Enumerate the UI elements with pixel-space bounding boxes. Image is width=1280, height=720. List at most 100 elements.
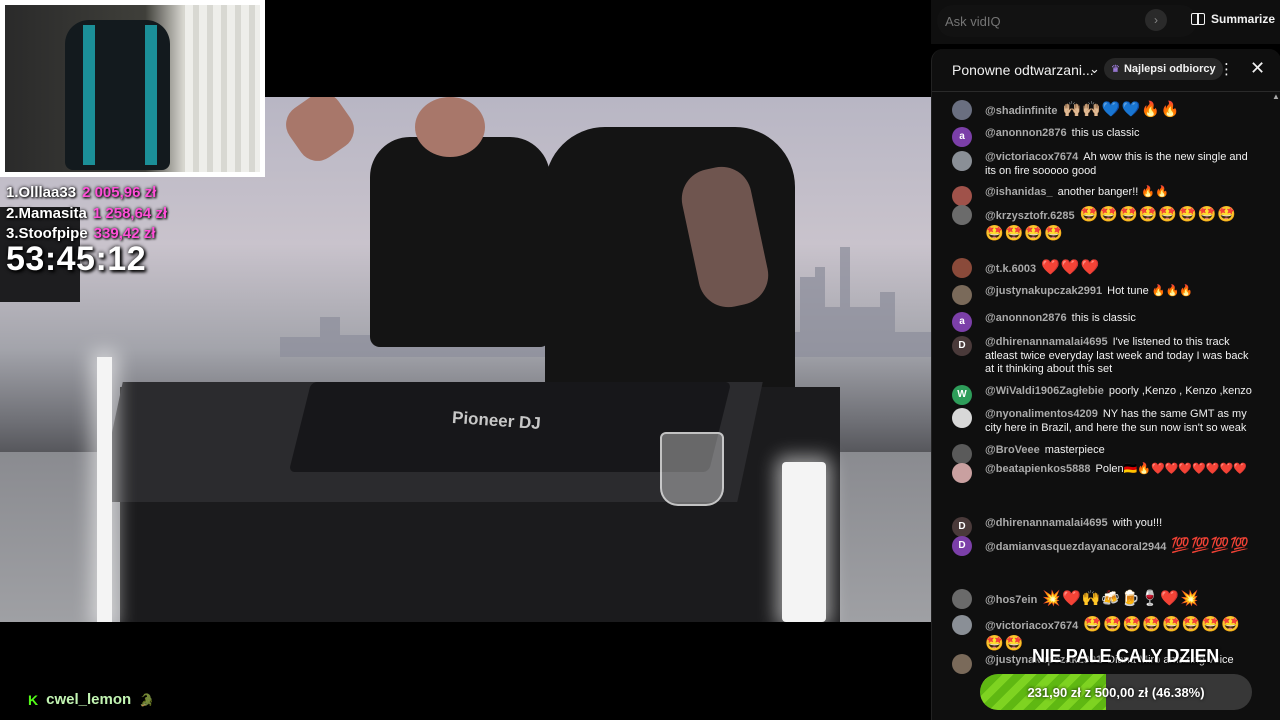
chat-text: ❤️❤️❤️	[1041, 259, 1101, 276]
chat-message-body: @WiValdi1906Zagłebie poorly ,Kenzo , Kenz…	[985, 385, 1252, 399]
chat-message: @justynakupczak2991 Hot tune 🔥🔥🔥	[952, 285, 1252, 305]
chat-author[interactable]: @WiValdi1906Zagłebie	[985, 385, 1104, 397]
summarize-label: Summarize	[1211, 12, 1276, 26]
streamer-username: cwel_lemon	[46, 691, 132, 708]
goal-target: 500,00 zł	[1094, 684, 1149, 700]
chat-message-body: @anonnon2876 this is classic	[985, 312, 1252, 326]
donor-amount: 2 005,96 zł	[82, 184, 157, 201]
chat-message: W @WiValdi1906Zagłebie poorly ,Kenzo , Ken…	[952, 385, 1252, 405]
chevron-down-icon[interactable]: ⌄	[1089, 61, 1100, 77]
chat-avatar[interactable]	[952, 654, 972, 674]
top-fans-label: Najlepsi odbiorcy	[1123, 63, 1216, 75]
chat-message: @victoriacox7674 Ah wow this is the new s…	[952, 151, 1252, 178]
chat-avatar[interactable]	[952, 589, 972, 609]
donor-name: 1.Olllaa33	[6, 184, 77, 201]
chat-message: @beatapienkos5888 Polen🇩🇪🔥❤️❤️❤️❤️❤️❤️❤️	[952, 463, 1252, 483]
chat-avatar[interactable]: D	[952, 336, 972, 356]
chat-author[interactable]: @dhirenannamalai4695	[985, 336, 1108, 348]
chat-avatar[interactable]	[952, 615, 972, 635]
vidiq-send-icon[interactable]: ›	[1145, 9, 1167, 31]
chat-text: poorly ,Kenzo , Kenzo ,kenzo	[1108, 385, 1252, 397]
chat-text: this is classic	[1071, 312, 1136, 324]
chat-avatar[interactable]	[952, 205, 972, 225]
chat-text: 💯💯💯💯	[1171, 537, 1251, 554]
live-chat-panel: Ponowne odtwarzani... ⌄ ♛ Najlepsi odbio…	[931, 49, 1280, 720]
chat-author[interactable]: @ishanidas_	[985, 186, 1053, 198]
chat-message: @krzysztofr.6285 🤩🤩🤩🤩🤩🤩🤩🤩🤩🤩🤩🤩	[952, 205, 1252, 243]
kick-icon: K	[28, 691, 39, 708]
chat-author[interactable]: @anonnon2876	[985, 127, 1067, 139]
scroll-up-icon[interactable]: ▲	[1272, 92, 1280, 101]
dj-left	[370, 137, 550, 347]
donor-amount: 1 258,64 zł	[92, 204, 168, 222]
streamer-emote: 🐊	[139, 692, 155, 707]
chat-avatar[interactable]	[952, 444, 972, 464]
dj-left-arm	[278, 97, 362, 169]
chat-avatar[interactable]	[952, 151, 972, 171]
chat-author[interactable]: @justynakupczak2991	[985, 285, 1102, 297]
chat-avatar[interactable]	[952, 463, 972, 483]
goal-current: 231,90 zł	[1027, 684, 1081, 700]
close-icon[interactable]: ✕	[1250, 58, 1265, 79]
chat-author[interactable]: @anonnon2876	[985, 312, 1067, 324]
chat-avatar[interactable]: W	[952, 385, 972, 405]
top-fans-chip[interactable]: ♛ Najlepsi odbiorcy	[1104, 58, 1223, 80]
chat-header: Ponowne odtwarzani... ⌄ ♛ Najlepsi odbio…	[932, 49, 1280, 92]
donor-leaderboard: 1.Olllaa33 2 005,96 zł 2.Mamasita 1 258,64…	[6, 183, 167, 245]
chat-avatar[interactable]	[952, 408, 972, 428]
more-options-icon[interactable]: ⋮	[1219, 60, 1234, 78]
chat-text: 🙌🏼🙌🏼💙💙🔥🔥	[1062, 101, 1181, 118]
chat-message: @t.k.6003 ❤️❤️❤️	[952, 258, 1252, 278]
chat-text: this us classic	[1071, 127, 1140, 139]
chat-avatar[interactable]	[952, 186, 972, 206]
chat-message-body: @hos7ein 💥❤️🙌🍻🍺🍷❤️💥	[985, 589, 1252, 608]
chat-message-body: @shadinfinite 🙌🏼🙌🏼💙💙🔥🔥	[985, 100, 1252, 119]
donor-name: 2.Mamasita	[6, 204, 87, 222]
chat-author[interactable]: @shadinfinite	[985, 105, 1057, 117]
chair-stripe	[145, 25, 157, 165]
chat-author[interactable]: @nyonalimentos4209	[985, 408, 1098, 420]
chat-avatar[interactable]	[952, 258, 972, 278]
chat-avatar[interactable]	[952, 100, 972, 120]
chat-message: D @dhirenannamalai4695 with you!!!	[952, 517, 1252, 537]
chat-avatar[interactable]: a	[952, 312, 972, 332]
chat-text: 💥❤️🙌🍻🍺🍷❤️💥	[1042, 590, 1200, 607]
chat-avatar[interactable]	[952, 285, 972, 305]
dj-left-head	[415, 97, 485, 157]
chat-message-body: @anonnon2876 this us classic	[985, 127, 1252, 141]
chat-message-body: @t.k.6003 ❤️❤️❤️	[985, 258, 1252, 277]
summarize-button[interactable]: Summarize	[1191, 12, 1275, 26]
vidiq-bar: › Summarize	[931, 0, 1280, 44]
chat-message-body: @krzysztofr.6285 🤩🤩🤩🤩🤩🤩🤩🤩🤩🤩🤩🤩	[985, 205, 1252, 243]
chat-message-body: @dhirenannamalai4695 I've listened to thi…	[985, 336, 1252, 377]
chat-avatar[interactable]: D	[952, 517, 972, 537]
webcam-curtain	[185, 5, 260, 172]
chat-message-body: @victoriacox7674 Ah wow this is the new s…	[985, 151, 1252, 178]
chat-text: another banger!! 🔥🔥	[1057, 186, 1169, 198]
book-icon	[1191, 13, 1205, 25]
chat-text: Polen🇩🇪🔥❤️❤️❤️❤️❤️❤️❤️	[1095, 463, 1247, 475]
chat-message-body: @justynakupczak2991 Hot tune 🔥🔥🔥	[985, 285, 1252, 299]
chat-author[interactable]: @hos7ein	[985, 594, 1037, 606]
chat-author[interactable]: @BroVeee	[985, 444, 1040, 456]
goal-caption: NIE PALE CALY DZIEN	[1032, 646, 1220, 666]
chat-message-body: @ishanidas_ another banger!! 🔥🔥	[985, 186, 1252, 200]
chat-avatar[interactable]: D	[952, 536, 972, 556]
chat-author[interactable]: @victoriacox7674	[985, 620, 1078, 632]
chat-mode-title[interactable]: Ponowne odtwarzani...	[952, 62, 1094, 78]
chat-message: @BroVeee masterpiece	[952, 444, 1252, 464]
chat-avatar[interactable]: a	[952, 127, 972, 147]
chat-author[interactable]: @beatapienkos5888	[985, 463, 1091, 475]
donation-goal-bar: 231,90 zł z 500,00 zł (46.38%)	[980, 674, 1252, 710]
chat-author[interactable]: @t.k.6003	[985, 263, 1036, 275]
chat-author[interactable]: @krzysztofr.6285	[985, 210, 1075, 222]
chat-message: a @anonnon2876 this us classic	[952, 127, 1252, 147]
goal-progress-text: 231,90 zł z 500,00 zł (46.38%)	[980, 674, 1252, 710]
chat-author[interactable]: @damianvasquezdayanacoral2944	[985, 541, 1166, 553]
chat-message: @hos7ein 💥❤️🙌🍻🍺🍷❤️💥	[952, 589, 1252, 609]
leaderboard-row: 2.Mamasita 1 258,64 zł	[6, 204, 167, 225]
chat-author[interactable]: @victoriacox7674	[985, 151, 1078, 163]
chat-author[interactable]: @dhirenannamalai4695	[985, 517, 1108, 529]
chat-text: Hot tune 🔥🔥🔥	[1107, 285, 1193, 297]
streamer-tag: K cwel_lemon 🐊	[28, 691, 154, 708]
